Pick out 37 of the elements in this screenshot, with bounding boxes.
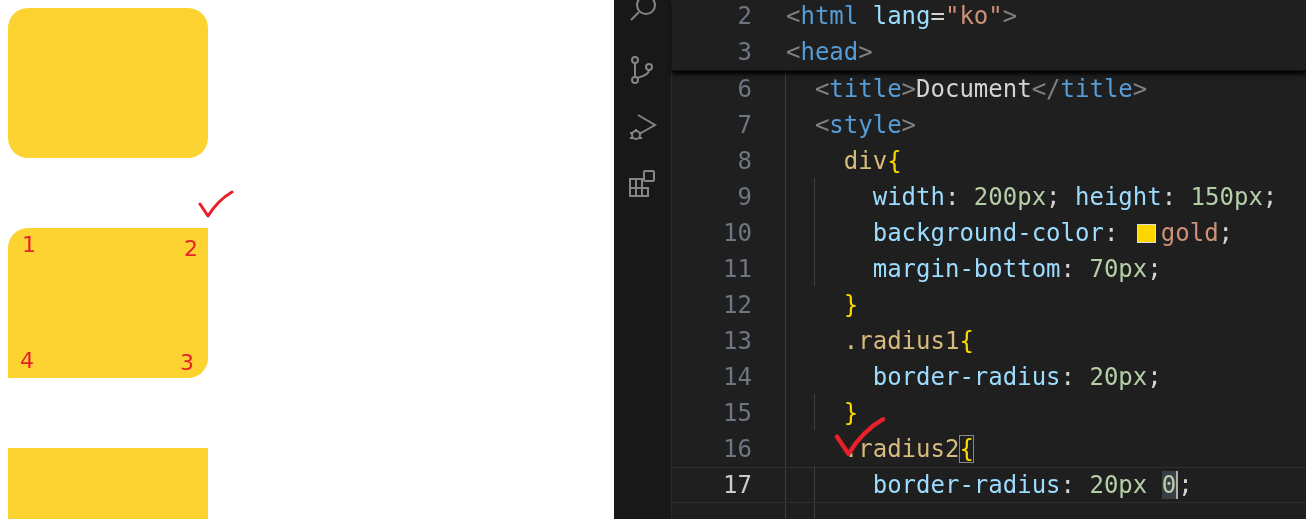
code-text: border-radius: 20px; <box>872 363 1162 391</box>
handwritten-number: 1 <box>22 234 36 256</box>
line-number: 11 <box>722 255 753 283</box>
line-number: 13 <box>722 327 753 355</box>
color-swatch-icon[interactable] <box>1136 223 1156 243</box>
line-number: 9 <box>736 183 753 211</box>
line-number: 10 <box>722 219 753 247</box>
code-text: } <box>843 399 859 427</box>
line-number: 17 <box>722 471 753 499</box>
line-number: 7 <box>736 111 753 139</box>
line-number: 2 <box>736 2 753 30</box>
line-number: 16 <box>722 435 753 463</box>
code-text: div{ <box>843 147 902 175</box>
text-cursor <box>1176 471 1179 499</box>
code-text: ; <box>1178 471 1193 499</box>
code-text: <html lang="ko"> <box>786 2 1018 30</box>
code-text: <style> <box>814 111 917 139</box>
line-number: 8 <box>736 147 753 175</box>
code-text: .radius1{ <box>843 327 974 355</box>
extensions-icon[interactable] <box>627 169 658 199</box>
handwritten-number: 3 <box>180 352 194 374</box>
code-text: border-radius: 20px 0 <box>872 471 1177 499</box>
code-text: <title>Document</title> <box>814 75 1148 103</box>
line-number: 6 <box>736 75 753 103</box>
line-number: 15 <box>722 399 753 427</box>
code-text: gold; <box>1160 219 1234 247</box>
handwritten-number: 2 <box>184 238 198 260</box>
code-text: width: 200px; height: 150px; <box>872 183 1278 211</box>
line-number: 12 <box>722 291 753 319</box>
handwritten-number: 4 <box>20 350 34 372</box>
code-text: <head> <box>786 38 873 66</box>
line-number: 3 <box>736 38 753 66</box>
code-text: margin-bottom: 70px; <box>872 255 1162 283</box>
code-text: background-color: <box>872 219 1120 247</box>
line-number: 14 <box>722 363 753 391</box>
code-text: } <box>843 291 859 319</box>
run-debug-icon[interactable] <box>627 112 658 142</box>
